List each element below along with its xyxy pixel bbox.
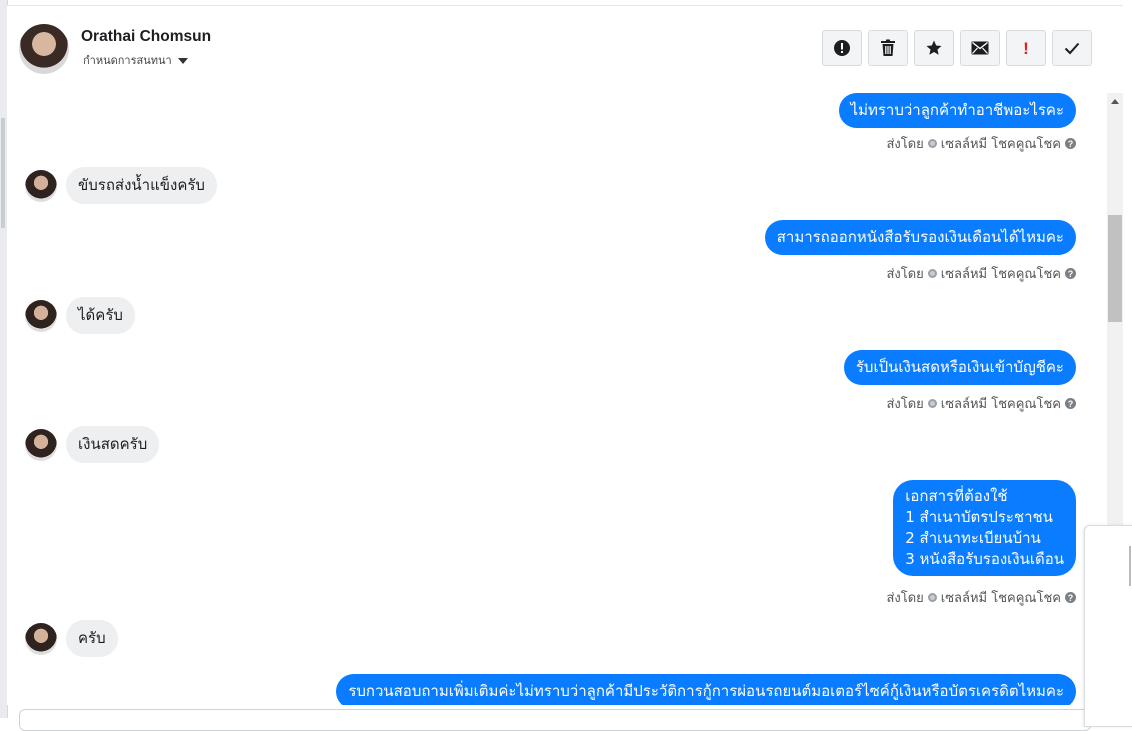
sent-by-label: ส่งโดย เซลล์หมี โชคคูณโชค ?: [886, 587, 1076, 608]
sent-by-agent[interactable]: เซลล์หมี โชคคูณโชค: [941, 587, 1061, 608]
side-panel[interactable]: [1084, 525, 1132, 727]
message-thread[interactable]: ไม่ทราบว่าลูกค้าทำอาชีพอะไรคะ ส่งโดย เซล…: [7, 93, 1107, 705]
action-toolbar: !: [822, 30, 1092, 66]
agent-status-icon: [927, 399, 937, 408]
incoming-message[interactable]: ขับรถส่งน้ำแข็งครับ: [66, 167, 217, 204]
check-icon: [1064, 42, 1080, 54]
sent-by-prefix: ส่งโดย: [886, 137, 924, 152]
conversation-header: Orathai Chomsun กำหนดการสนทนา !: [7, 5, 1123, 94]
help-icon[interactable]: ?: [1065, 592, 1076, 603]
sent-by-prefix: ส่งโดย: [886, 591, 924, 606]
message-line: 1 สำเนาบัตรประชาชน: [905, 508, 1053, 526]
incoming-message-row: ขับรถส่งน้ำแข็งครับ: [25, 167, 217, 204]
agent-status-icon: [927, 593, 937, 602]
report-button[interactable]: [822, 30, 862, 66]
star-icon: [926, 40, 942, 55]
contact-avatar-small[interactable]: [25, 299, 57, 332]
delete-button[interactable]: [868, 30, 908, 66]
incoming-message-row: เงินสดครับ: [25, 426, 160, 463]
help-icon[interactable]: ?: [1065, 138, 1076, 149]
incoming-message[interactable]: ได้ครับ: [66, 297, 135, 334]
message-line: เอกสารที่ต้องใช้: [905, 487, 1008, 505]
sent-by-label: ส่งโดย เซลล์หมี โชคคูณโชค ?: [886, 133, 1076, 154]
incoming-message-row: ครับ: [25, 620, 118, 657]
sent-by-agent[interactable]: เซลล์หมี โชคคูณโชค: [941, 393, 1061, 414]
sent-by-agent[interactable]: เซลล์หมี โชคคูณโชค: [941, 133, 1061, 154]
outgoing-message[interactable]: ไม่ทราบว่าลูกค้าทำอาชีพอะไรคะ: [838, 93, 1076, 128]
left-scroll-thumb[interactable]: [1, 118, 5, 228]
conversation-setting-label: กำหนดการสนทนา: [83, 54, 172, 67]
sent-by-prefix: ส่งโดย: [886, 397, 924, 412]
help-icon[interactable]: ?: [1065, 398, 1076, 409]
incoming-message[interactable]: เงินสดครับ: [66, 426, 160, 463]
contact-avatar-small[interactable]: [25, 428, 57, 461]
contact-name[interactable]: Orathai Chomsun: [81, 28, 211, 46]
message-line: 3 หนังสือรับรองเงินเดือน: [905, 550, 1064, 568]
caret-down-icon: [177, 57, 188, 64]
side-panel-handle[interactable]: [1129, 546, 1131, 586]
outgoing-message[interactable]: สามารถออกหนังสือรับรองเงินเดือนได้ไหมคะ: [764, 220, 1076, 255]
outgoing-message[interactable]: รบกวนสอบถามเพิ่มเติมค่ะไม่ทราบว่าลูกค้าม…: [336, 674, 1076, 705]
sent-by-prefix: ส่งโดย: [886, 267, 924, 282]
message-line: 2 สำเนาทะเบียนบ้าน: [905, 529, 1041, 547]
exclamation-icon: !: [1023, 38, 1029, 58]
help-icon[interactable]: ?: [1065, 268, 1076, 279]
conversation-setting-dropdown[interactable]: กำหนดการสนทนา: [83, 51, 188, 69]
agent-status-icon: [927, 269, 937, 278]
message-composer[interactable]: [19, 709, 1091, 731]
contact-avatar-small[interactable]: [25, 169, 57, 202]
outgoing-message-multiline[interactable]: เอกสารที่ต้องใช้ 1 สำเนาบัตรประชาชน 2 สำ…: [893, 480, 1076, 576]
important-button[interactable]: !: [1006, 30, 1046, 66]
contact-avatar[interactable]: [19, 24, 69, 74]
sent-by-label: ส่งโดย เซลล์หมี โชคคูณโชค ?: [886, 393, 1076, 414]
alert-circle-icon: [834, 40, 850, 56]
mark-unread-button[interactable]: [960, 30, 1000, 66]
done-button[interactable]: [1052, 30, 1092, 66]
scroll-up-arrow-icon[interactable]: [1111, 99, 1119, 104]
envelope-icon: [971, 41, 989, 55]
incoming-message[interactable]: ครับ: [66, 620, 118, 657]
agent-status-icon: [927, 139, 937, 148]
outgoing-message[interactable]: รับเป็นเงินสดหรือเงินเข้าบัญชีคะ: [843, 350, 1076, 385]
contact-avatar-small[interactable]: [25, 622, 57, 655]
incoming-message-row: ได้ครับ: [25, 297, 135, 334]
sent-by-label: ส่งโดย เซลล์หมี โชคคูณโชค ?: [886, 263, 1076, 284]
star-button[interactable]: [914, 30, 954, 66]
trash-icon: [881, 39, 895, 56]
sent-by-agent[interactable]: เซลล์หมี โชคคูณโชค: [941, 263, 1061, 284]
scrollbar-thumb[interactable]: [1108, 215, 1122, 322]
